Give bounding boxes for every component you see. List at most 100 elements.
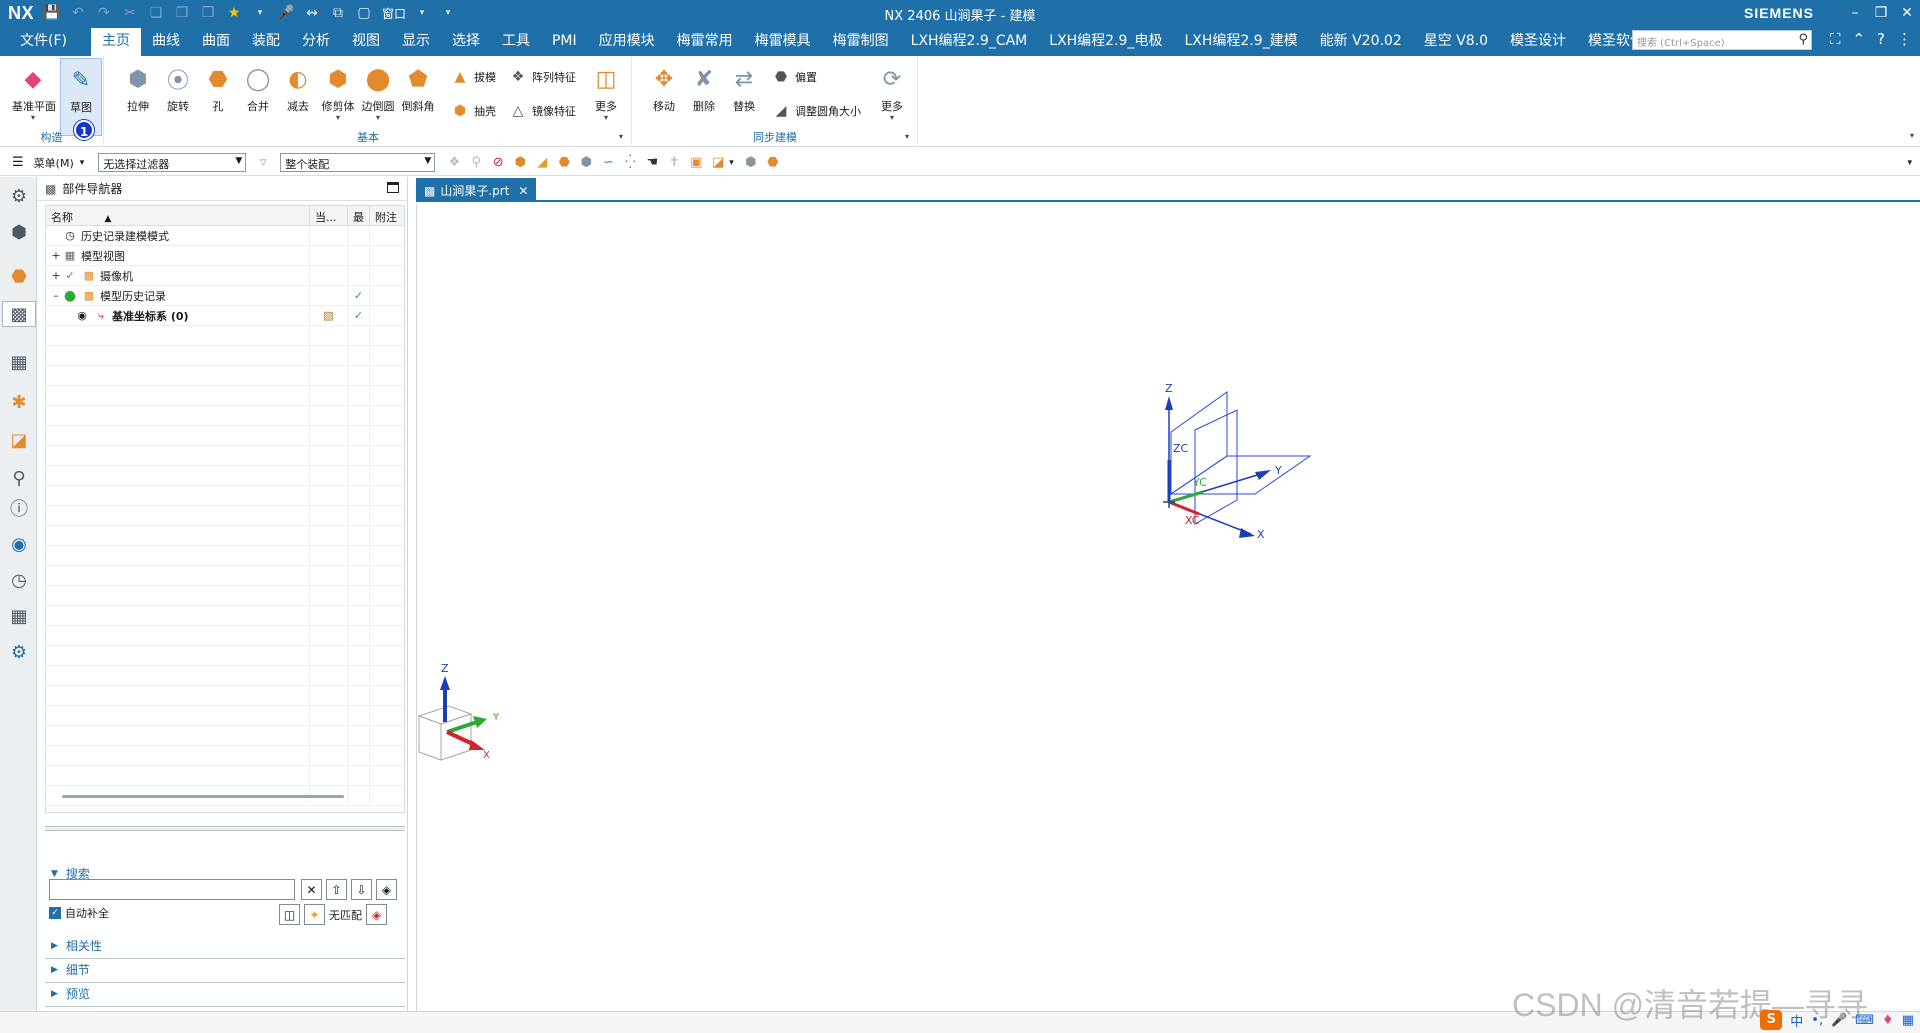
chevron-down-icon[interactable]: ▾ [80,158,85,168]
tree-row[interactable]: + ✓ ▩ 摄像机 [46,265,404,286]
expand-plus-icon[interactable]: + [50,249,62,262]
close-tab-icon[interactable]: ✕ [518,184,528,198]
feature-icon[interactable]: ⬢ [509,153,531,173]
visibility-eye-icon[interactable]: ◉ [74,309,90,323]
snap-icon[interactable]: ☚ [641,153,663,173]
navigator-search-input[interactable] [49,879,295,900]
undo-icon[interactable]: ↶ [68,4,88,22]
part-navigator-icon[interactable]: ▩ [2,301,36,327]
curve-icon[interactable]: ∽ [597,153,619,173]
edge-blend-button[interactable]: ⬤ 边倒圆 ▾ [357,62,399,122]
replace-face-button[interactable]: ⇄ 替换 [723,62,765,114]
group-expand-icon[interactable]: ▾ [619,132,623,141]
command-search-input[interactable]: 搜索 (Ctrl+Space) ⚲ [1632,30,1812,50]
tab-assembly[interactable]: 装配 [241,26,291,56]
chevron-down-icon[interactable]: ▾ [585,114,627,122]
tab-applications[interactable]: 应用模块 [588,26,666,56]
tab-meilei-drafting[interactable]: 梅雷制图 [822,26,900,56]
dependencies-section[interactable]: ▶ 相关性 [45,937,405,959]
tab-lxh-electrode[interactable]: LXH编程2.9_电极 [1038,26,1173,56]
more-options-icon[interactable]: ⋮ [1897,30,1912,48]
body-icon[interactable]: ⬣ [553,153,575,173]
tab-meilei-common[interactable]: 梅雷常用 [666,26,744,56]
trim-body-button[interactable]: ⬢ 修剪体 ▾ [317,62,359,122]
expand-plus-icon[interactable]: + [50,269,62,282]
save-icon[interactable]: 💾 [42,4,62,22]
part-file-tab[interactable]: ▩ 山涧果子.prt ✕ [416,178,537,200]
part-select-icon[interactable]: ⬣ [762,153,784,173]
web-browser-icon[interactable]: ◪ [6,427,32,453]
tab-selection[interactable]: 选择 [441,26,491,56]
menu-hamburger-icon[interactable]: ☰ [12,155,24,170]
auto-complete-checkbox[interactable]: ✓ 自动补全 [49,905,109,921]
tab-view[interactable]: 视图 [341,26,391,56]
window-icon[interactable]: ▢ [354,4,374,22]
process-studio-icon[interactable]: ⚙ [6,639,32,665]
favorite-star-icon[interactable]: ★ [224,4,244,22]
filter-reset-icon[interactable]: ▿ [252,153,274,173]
assembly-navigator-icon[interactable]: ⬢ [6,219,32,245]
collapse-ribbon-icon[interactable]: ⌃ [1852,30,1865,48]
system-scene-icon[interactable]: ▦ [6,603,32,629]
history-clock-icon[interactable]: ◷ [6,567,32,593]
horizontal-scrollbar[interactable] [62,795,344,798]
microphone-icon[interactable]: 🎤 [276,4,296,22]
chevron-down-icon[interactable]: ▾ [12,114,54,122]
panel-splitter[interactable] [45,826,405,831]
ime-language-icon[interactable]: 中 [1790,1011,1803,1030]
hole-button[interactable]: ⬣ 孔 [197,62,239,114]
draft-button[interactable]: ▲ 拔模 [449,66,496,88]
search-settings-icon[interactable]: ◈ [376,879,397,900]
datum-plane-xy[interactable] [1169,455,1312,495]
tab-pmi[interactable]: PMI [541,26,588,56]
restore-icon[interactable]: ❐ [1868,5,1894,21]
pattern-feature-button[interactable]: ❖ 阵列特征 [507,66,576,88]
select-by-name-icon[interactable]: ⚲ [465,153,487,173]
toolbar-options-icon[interactable]: ▾ [1907,158,1912,168]
search-icon[interactable]: ⚲ [1798,32,1808,47]
palette-icon[interactable]: ◉ [6,531,32,557]
switch-window-icon[interactable]: ⧉ [328,4,348,22]
subtract-button[interactable]: ◐ 减去 [277,62,319,114]
constraint-navigator-icon[interactable]: ⬣ [6,263,32,289]
hd3d-tools-icon[interactable]: ✱ [6,389,32,415]
help-icon[interactable]: ? [1877,30,1885,48]
toolbox-icon[interactable]: ▦ [1902,1013,1914,1028]
select-all-icon[interactable]: ❖ [443,153,465,173]
column-name[interactable]: 名称 ▲ [46,206,310,225]
window-menu[interactable]: 窗口 [382,5,406,22]
column-current[interactable]: 当... [310,206,348,225]
find-all-icon[interactable]: ◫ [279,904,300,925]
roles-icon[interactable]: ⚲ [6,465,32,491]
ime-icon[interactable]: S [1760,1010,1783,1030]
tab-analysis[interactable]: 分析 [291,26,341,56]
tab-curve[interactable]: 曲线 [141,26,191,56]
star-dropdown-icon[interactable]: ▾ [250,4,270,22]
intersection-icon[interactable]: ✝ [663,153,685,173]
tab-home[interactable]: 主页 [90,26,141,56]
search-previous-icon[interactable]: ⇧ [326,879,347,900]
ribbon-options-icon[interactable]: ▾ [1910,131,1914,140]
datum-plane-button[interactable]: ◆ 基准平面 ▾ [12,62,56,122]
tab-file[interactable]: 文件(F) [0,26,91,56]
group-expand-icon[interactable]: ▾ [905,132,909,141]
mirror-feature-button[interactable]: △ 镜像特征 [507,100,576,122]
point-icon[interactable]: ⁛ [619,153,641,173]
box-select-icon[interactable]: ⬢ [740,153,762,173]
preview-section[interactable]: ▶ 预览 [45,985,405,1007]
shell-button[interactable]: ⬢ 抽壳 [449,100,496,122]
face-icon[interactable]: ◢ [531,153,553,173]
punctuation-icon[interactable]: •, [1811,1013,1823,1028]
paste-icon[interactable]: ❐ [172,4,192,22]
extrude-button[interactable]: ⬢ 拉伸 [117,62,159,114]
column-latest[interactable]: 最 [348,206,370,225]
solid-icon[interactable]: ⬢ [575,153,597,173]
info-icon[interactable]: ⓘ [6,495,32,521]
reuse-library-icon[interactable]: ▦ [6,349,32,375]
tree-row[interactable]: ◷ 历史记录建模模式 [46,225,404,246]
tab-lxh-cam[interactable]: LXH编程2.9_CAM [900,26,1039,56]
paste-special-icon[interactable]: ❒ [198,4,218,22]
tab-tools[interactable]: 工具 [491,26,541,56]
customize-qa-icon[interactable]: ▾ [438,4,458,22]
tab-surface[interactable]: 曲面 [191,26,241,56]
